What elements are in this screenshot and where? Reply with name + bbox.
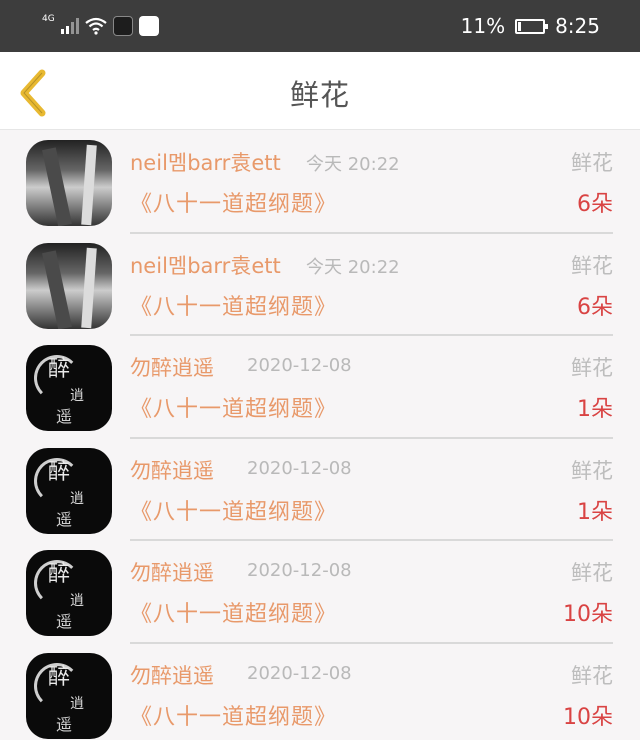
list-item[interactable]: neil멤barr袁ett 今天 20:22 鲜花 《八十一道超纲题》 6朵: [0, 131, 640, 234]
book-title[interactable]: 《八十一道超纲题》: [130, 289, 337, 321]
book-title[interactable]: 《八十一道超纲题》: [130, 699, 337, 731]
list-item-info: 勿醉逍遥 2020-12-08 鲜花 《八十一道超纲题》 10朵: [130, 541, 613, 644]
list-item[interactable]: 醉逍遥 勿醉逍遥 2020-12-08 鲜花 《八十一道超纲题》 10朵: [0, 644, 640, 740]
avatar[interactable]: [26, 242, 112, 329]
timestamp: 2020-12-08: [247, 662, 352, 684]
book-title[interactable]: 《八十一道超纲题》: [130, 596, 337, 628]
flower-count: 6朵: [577, 294, 613, 320]
list-item-info: neil멤barr袁ett 今天 20:22 鲜花 《八十一道超纲题》 6朵: [130, 234, 613, 337]
flower-count: 1朵: [577, 499, 613, 525]
list-item[interactable]: neil멤barr袁ett 今天 20:22 鲜花 《八十一道超纲题》 6朵: [0, 234, 640, 337]
gift-type: 鲜花: [571, 561, 613, 586]
timestamp: 今天 20:22: [306, 256, 400, 278]
timestamp: 2020-12-08: [247, 457, 352, 479]
user-name[interactable]: neil멤barr袁ett: [130, 147, 281, 177]
status-right: 11% 8:25: [461, 12, 600, 40]
wifi-icon: [85, 17, 107, 35]
flower-list: neil멤barr袁ett 今天 20:22 鲜花 《八十一道超纲题》 6朵 n…: [0, 131, 640, 740]
timestamp: 2020-12-08: [247, 355, 352, 377]
user-name[interactable]: 勿醉逍遥: [130, 455, 214, 485]
battery-charging-icon: [515, 18, 549, 34]
timestamp: 2020-12-08: [247, 560, 352, 582]
avatar[interactable]: [26, 140, 112, 226]
book-title[interactable]: 《八十一道超纲题》: [130, 494, 337, 526]
gift-type: 鲜花: [571, 356, 613, 381]
avatar[interactable]: 醉逍遥: [26, 652, 112, 739]
gift-type: 鲜花: [571, 458, 613, 483]
battery-percent: 11%: [460, 14, 506, 38]
gift-type: 鲜花: [571, 253, 613, 278]
list-item[interactable]: 醉逍遥 勿醉逍遥 2020-12-08 鲜花 《八十一道超纲题》 1朵: [0, 439, 640, 542]
user-name[interactable]: 勿醉逍遥: [130, 557, 214, 587]
user-name[interactable]: 勿醉逍遥: [130, 660, 214, 690]
signal-icon: [60, 18, 79, 34]
top-nav-bar: 鲜花: [0, 52, 640, 130]
status-bar: 4G 11% 8:25: [0, 0, 640, 52]
user-name[interactable]: neil멤barr袁ett: [130, 250, 281, 280]
book-title[interactable]: 《八十一道超纲题》: [130, 186, 337, 218]
list-item-info: 勿醉逍遥 2020-12-08 鲜花 《八十一道超纲题》 1朵: [130, 439, 613, 542]
network-type: 4G: [42, 14, 55, 24]
avatar[interactable]: 醉逍遥: [26, 345, 112, 432]
flower-count: 6朵: [577, 192, 613, 217]
timestamp: 今天 20:22: [306, 154, 400, 175]
app-icon: [112, 16, 133, 36]
flower-count: 1朵: [577, 397, 613, 423]
list-item-info: 勿醉逍遥 2020-12-08 鲜花 《八十一道超纲题》 1朵: [130, 336, 613, 439]
gift-type: 鲜花: [571, 663, 613, 688]
user-name[interactable]: 勿醉逍遥: [130, 352, 214, 382]
list-item-info: 勿醉逍遥 2020-12-08 鲜花 《八十一道超纲题》 10朵: [130, 644, 613, 740]
clock: 8:25: [555, 14, 600, 38]
book-title[interactable]: 《八十一道超纲题》: [130, 391, 337, 423]
list-item[interactable]: 醉逍遥 勿醉逍遥 2020-12-08 鲜花 《八十一道超纲题》 1朵: [0, 336, 640, 439]
flower-count: 10朵: [563, 704, 613, 730]
flower-count: 10朵: [563, 602, 613, 628]
paw-app-icon: [138, 16, 159, 36]
avatar[interactable]: 醉逍遥: [26, 447, 112, 534]
status-left: 4G: [42, 12, 159, 40]
list-item-info: neil멤barr袁ett 今天 20:22 鲜花 《八十一道超纲题》 6朵: [130, 131, 613, 234]
page-title: 鲜花: [289, 78, 350, 112]
gift-type: 鲜花: [571, 151, 613, 175]
list-item[interactable]: 醉逍遥 勿醉逍遥 2020-12-08 鲜花 《八十一道超纲题》 10朵: [0, 541, 640, 644]
avatar[interactable]: 醉逍遥: [26, 550, 112, 637]
